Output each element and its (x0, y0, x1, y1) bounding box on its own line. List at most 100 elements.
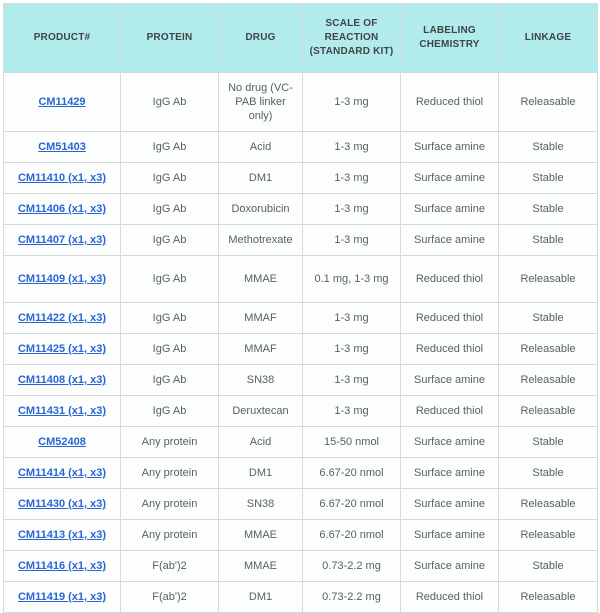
table-row: CM11407 (x1, x3)IgG AbMethotrexate1-3 mg… (4, 225, 598, 256)
linkage-cell: Releasable (499, 582, 598, 613)
table-row: CM11425 (x1, x3) IgG AbMMAF1-3 mgReduced … (4, 334, 598, 365)
drug-cell: SN38 (219, 489, 303, 520)
scale-cell: 0.73-2.2 mg (303, 551, 401, 582)
product-link[interactable]: CM11431 (x1, x3) (18, 405, 106, 417)
product-link[interactable]: CM11410 (x1, x3) (18, 172, 106, 184)
table-row: CM11408 (x1, x3)IgG AbSN381-3 mgSurface … (4, 365, 598, 396)
product-cell: CM11431 (x1, x3) (4, 396, 121, 427)
product-link[interactable]: CM11408 (x1, x3) (18, 374, 106, 386)
scale-cell: 6.67-20 nmol (303, 458, 401, 489)
product-cell: CM11413 (x1, x3) (4, 520, 121, 551)
drug-cell: MMAE (219, 520, 303, 551)
table-row: CM11406 (x1, x3) IgG AbDoxorubicin1-3 mg S… (4, 194, 598, 225)
linkage-cell: Stable (499, 551, 598, 582)
drug-cell: Acid (219, 427, 303, 458)
table-body: CM11429IgG AbNo drug (VC-PAB linker only… (4, 73, 598, 613)
chemistry-cell: Surface amine (401, 520, 499, 551)
product-link[interactable]: CM11414 (x1, x3) (18, 467, 106, 479)
protein-cell: F(ab')2 (121, 551, 219, 582)
protein-cell: IgG Ab (121, 334, 219, 365)
protein-cell: IgG Ab (121, 365, 219, 396)
product-cell: CM52408 (4, 427, 121, 458)
product-cell: CM51403 (4, 132, 121, 163)
product-link[interactable]: CM11406 (x1, x3) (18, 203, 106, 215)
product-cell: CM11430 (x1, x3) (4, 489, 121, 520)
chemistry-cell: Reduced thiol (401, 582, 499, 613)
protein-cell: IgG Ab (121, 194, 219, 225)
linkage-cell: Releasable (499, 396, 598, 427)
scale-cell: 0.1 mg, 1-3 mg (303, 256, 401, 303)
table-row: CM11414 (x1, x3)Any proteinDM16.67-20 nm… (4, 458, 598, 489)
column-header-scale: SCALE OF REACTION (STANDARD KIT) (303, 4, 401, 73)
protein-cell: IgG Ab (121, 396, 219, 427)
scale-cell: 1-3 mg (303, 73, 401, 132)
linkage-cell: Releasable (499, 73, 598, 132)
scale-cell: 1-3 mg (303, 365, 401, 396)
chemistry-cell: Surface amine (401, 365, 499, 396)
page: PRODUCT# PROTEIN DRUG SCALE OF REACTION … (0, 0, 600, 570)
scale-cell: 6.67-20 nmol (303, 489, 401, 520)
chemistry-cell: Reduced thiol (401, 334, 499, 365)
product-link[interactable]: CM11419 (x1, x3) (18, 591, 106, 603)
product-link[interactable]: CM11409 (x1, x3) (18, 273, 106, 285)
scale-cell: 1-3 mg (303, 396, 401, 427)
scale-cell: 15-50 nmol (303, 427, 401, 458)
scale-cell: 1-3 mg (303, 194, 401, 225)
linkage-cell: Stable (499, 132, 598, 163)
table-row: CM11430 (x1, x3) Any proteinSN386.67-20 n… (4, 489, 598, 520)
table-row: CM52408Any proteinAcid15-50 nmolSurface … (4, 427, 598, 458)
drug-cell: DM1 (219, 163, 303, 194)
linkage-cell: Stable (499, 458, 598, 489)
product-link[interactable]: CM52408 (38, 436, 86, 448)
table-row: CM11410 (x1, x3)IgG AbDM11-3 mgSurface a… (4, 163, 598, 194)
product-link[interactable]: CM11416 (x1, x3) (18, 560, 106, 572)
table-row: CM11431 (x1, x3) IgG AbDeruxtecan1-3 mg Re… (4, 396, 598, 427)
chemistry-cell: Surface amine (401, 551, 499, 582)
product-cell: CM11414 (x1, x3) (4, 458, 121, 489)
protein-cell: IgG Ab (121, 225, 219, 256)
linkage-cell: Releasable (499, 365, 598, 396)
drug-cell: Deruxtecan (219, 396, 303, 427)
product-link[interactable]: CM11429 (38, 96, 85, 108)
scale-cell: 1-3 mg (303, 303, 401, 334)
product-link[interactable]: CM11430 (x1, x3) (18, 498, 106, 510)
header-row: PRODUCT# PROTEIN DRUG SCALE OF REACTION … (4, 4, 598, 73)
product-link[interactable]: CM11425 (x1, x3) (18, 343, 106, 355)
column-header-protein: PROTEIN (121, 4, 219, 73)
table-header: PRODUCT# PROTEIN DRUG SCALE OF REACTION … (4, 4, 598, 73)
protein-cell: Any protein (121, 458, 219, 489)
chemistry-cell: Surface amine (401, 427, 499, 458)
chemistry-cell: Surface amine (401, 132, 499, 163)
drug-cell: Methotrexate (219, 225, 303, 256)
scale-cell: 1-3 mg (303, 334, 401, 365)
drug-cell: MMAE (219, 256, 303, 303)
linkage-cell: Releasable (499, 520, 598, 551)
table-row: CM11413 (x1, x3) Any proteinMMAE6.67-20 n… (4, 520, 598, 551)
drug-cell: Doxorubicin (219, 194, 303, 225)
product-cell: CM11409 (x1, x3) (4, 256, 121, 303)
product-link[interactable]: CM51403 (38, 141, 86, 153)
drug-cell: MMAF (219, 303, 303, 334)
chemistry-cell: Reduced thiol (401, 256, 499, 303)
drug-cell: MMAF (219, 334, 303, 365)
scale-cell: 1-3 mg (303, 163, 401, 194)
scale-cell: 6.67-20 nmol (303, 520, 401, 551)
linkage-cell: Releasable (499, 489, 598, 520)
product-cell: CM11406 (x1, x3) (4, 194, 121, 225)
table-row: CM11419 (x1, x3)F(ab')2DM10.73-2.2 mgRed… (4, 582, 598, 613)
product-cell: CM11410 (x1, x3) (4, 163, 121, 194)
chemistry-cell: Surface amine (401, 225, 499, 256)
protein-cell: IgG Ab (121, 303, 219, 334)
scale-cell: 1-3 mg (303, 132, 401, 163)
product-link[interactable]: CM11407 (x1, x3) (18, 234, 106, 246)
protein-cell: Any protein (121, 520, 219, 551)
linkage-cell: Stable (499, 163, 598, 194)
linkage-cell: Releasable (499, 256, 598, 303)
protein-cell: Any protein (121, 489, 219, 520)
linkage-cell: Stable (499, 303, 598, 334)
linkage-cell: Stable (499, 194, 598, 225)
product-link[interactable]: CM11422 (x1, x3) (18, 312, 106, 324)
product-link[interactable]: CM11413 (x1, x3) (18, 529, 106, 541)
product-cell: CM11422 (x1, x3) (4, 303, 121, 334)
protein-cell: IgG Ab (121, 73, 219, 132)
